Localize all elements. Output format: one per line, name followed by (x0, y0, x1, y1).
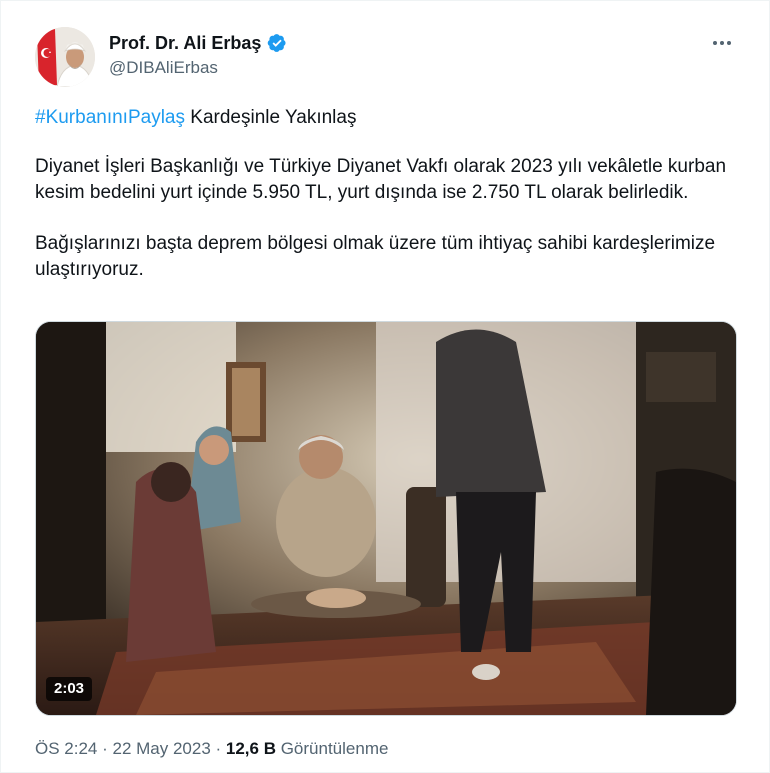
meta-separator: · (97, 739, 113, 758)
views-count: 12,6 B (225, 739, 276, 758)
avatar[interactable] (35, 27, 95, 87)
tweet-paragraph-2: Diyanet İşleri Başkanlığı ve Türkiye Diy… (35, 156, 727, 203)
tweet-paragraph-1: #KurbanınıPaylaş Kardeşinle Yakınlaş (35, 105, 735, 131)
tweet-paragraph-3: Bağışlarınızı başta deprem bölgesi olmak… (35, 233, 716, 280)
author-handle[interactable]: @DIBAliErbas (109, 56, 287, 80)
tweet-text: #KurbanınıPaylaş Kardeşinle Yakınlaş Diy… (35, 105, 735, 283)
video-thumbnail (36, 322, 736, 715)
hashtag-link[interactable]: #KurbanınıPaylaş (35, 107, 185, 128)
tweet-meta: ÖS 2:24 · 22 May 2023 · 12,6 B Görüntüle… (35, 737, 388, 761)
verified-badge-icon (268, 34, 286, 52)
more-options-icon[interactable] (709, 33, 735, 53)
author-display-name[interactable]: Prof. Dr. Ali Erbaş (109, 32, 261, 54)
tweet-time[interactable]: ÖS 2:24 (35, 739, 97, 758)
tweet-header: Prof. Dr. Ali Erbaş @DIBAliErbas (35, 27, 749, 87)
author-names: Prof. Dr. Ali Erbaş @DIBAliErbas (109, 32, 287, 80)
views-label: Görüntülenme (275, 739, 389, 758)
hashtag-suffix: Kardeşinle Yakınlaş (185, 107, 357, 128)
tweet-card: Prof. Dr. Ali Erbaş @DIBAliErbas #Kurban… (0, 0, 770, 773)
author-display-name-row[interactable]: Prof. Dr. Ali Erbaş (109, 32, 287, 54)
video-duration: 2:03 (46, 677, 93, 701)
meta-separator: · (210, 739, 226, 758)
video-player[interactable]: 2:03 (35, 321, 737, 716)
tweet-date[interactable]: 22 May 2023 (112, 739, 210, 758)
